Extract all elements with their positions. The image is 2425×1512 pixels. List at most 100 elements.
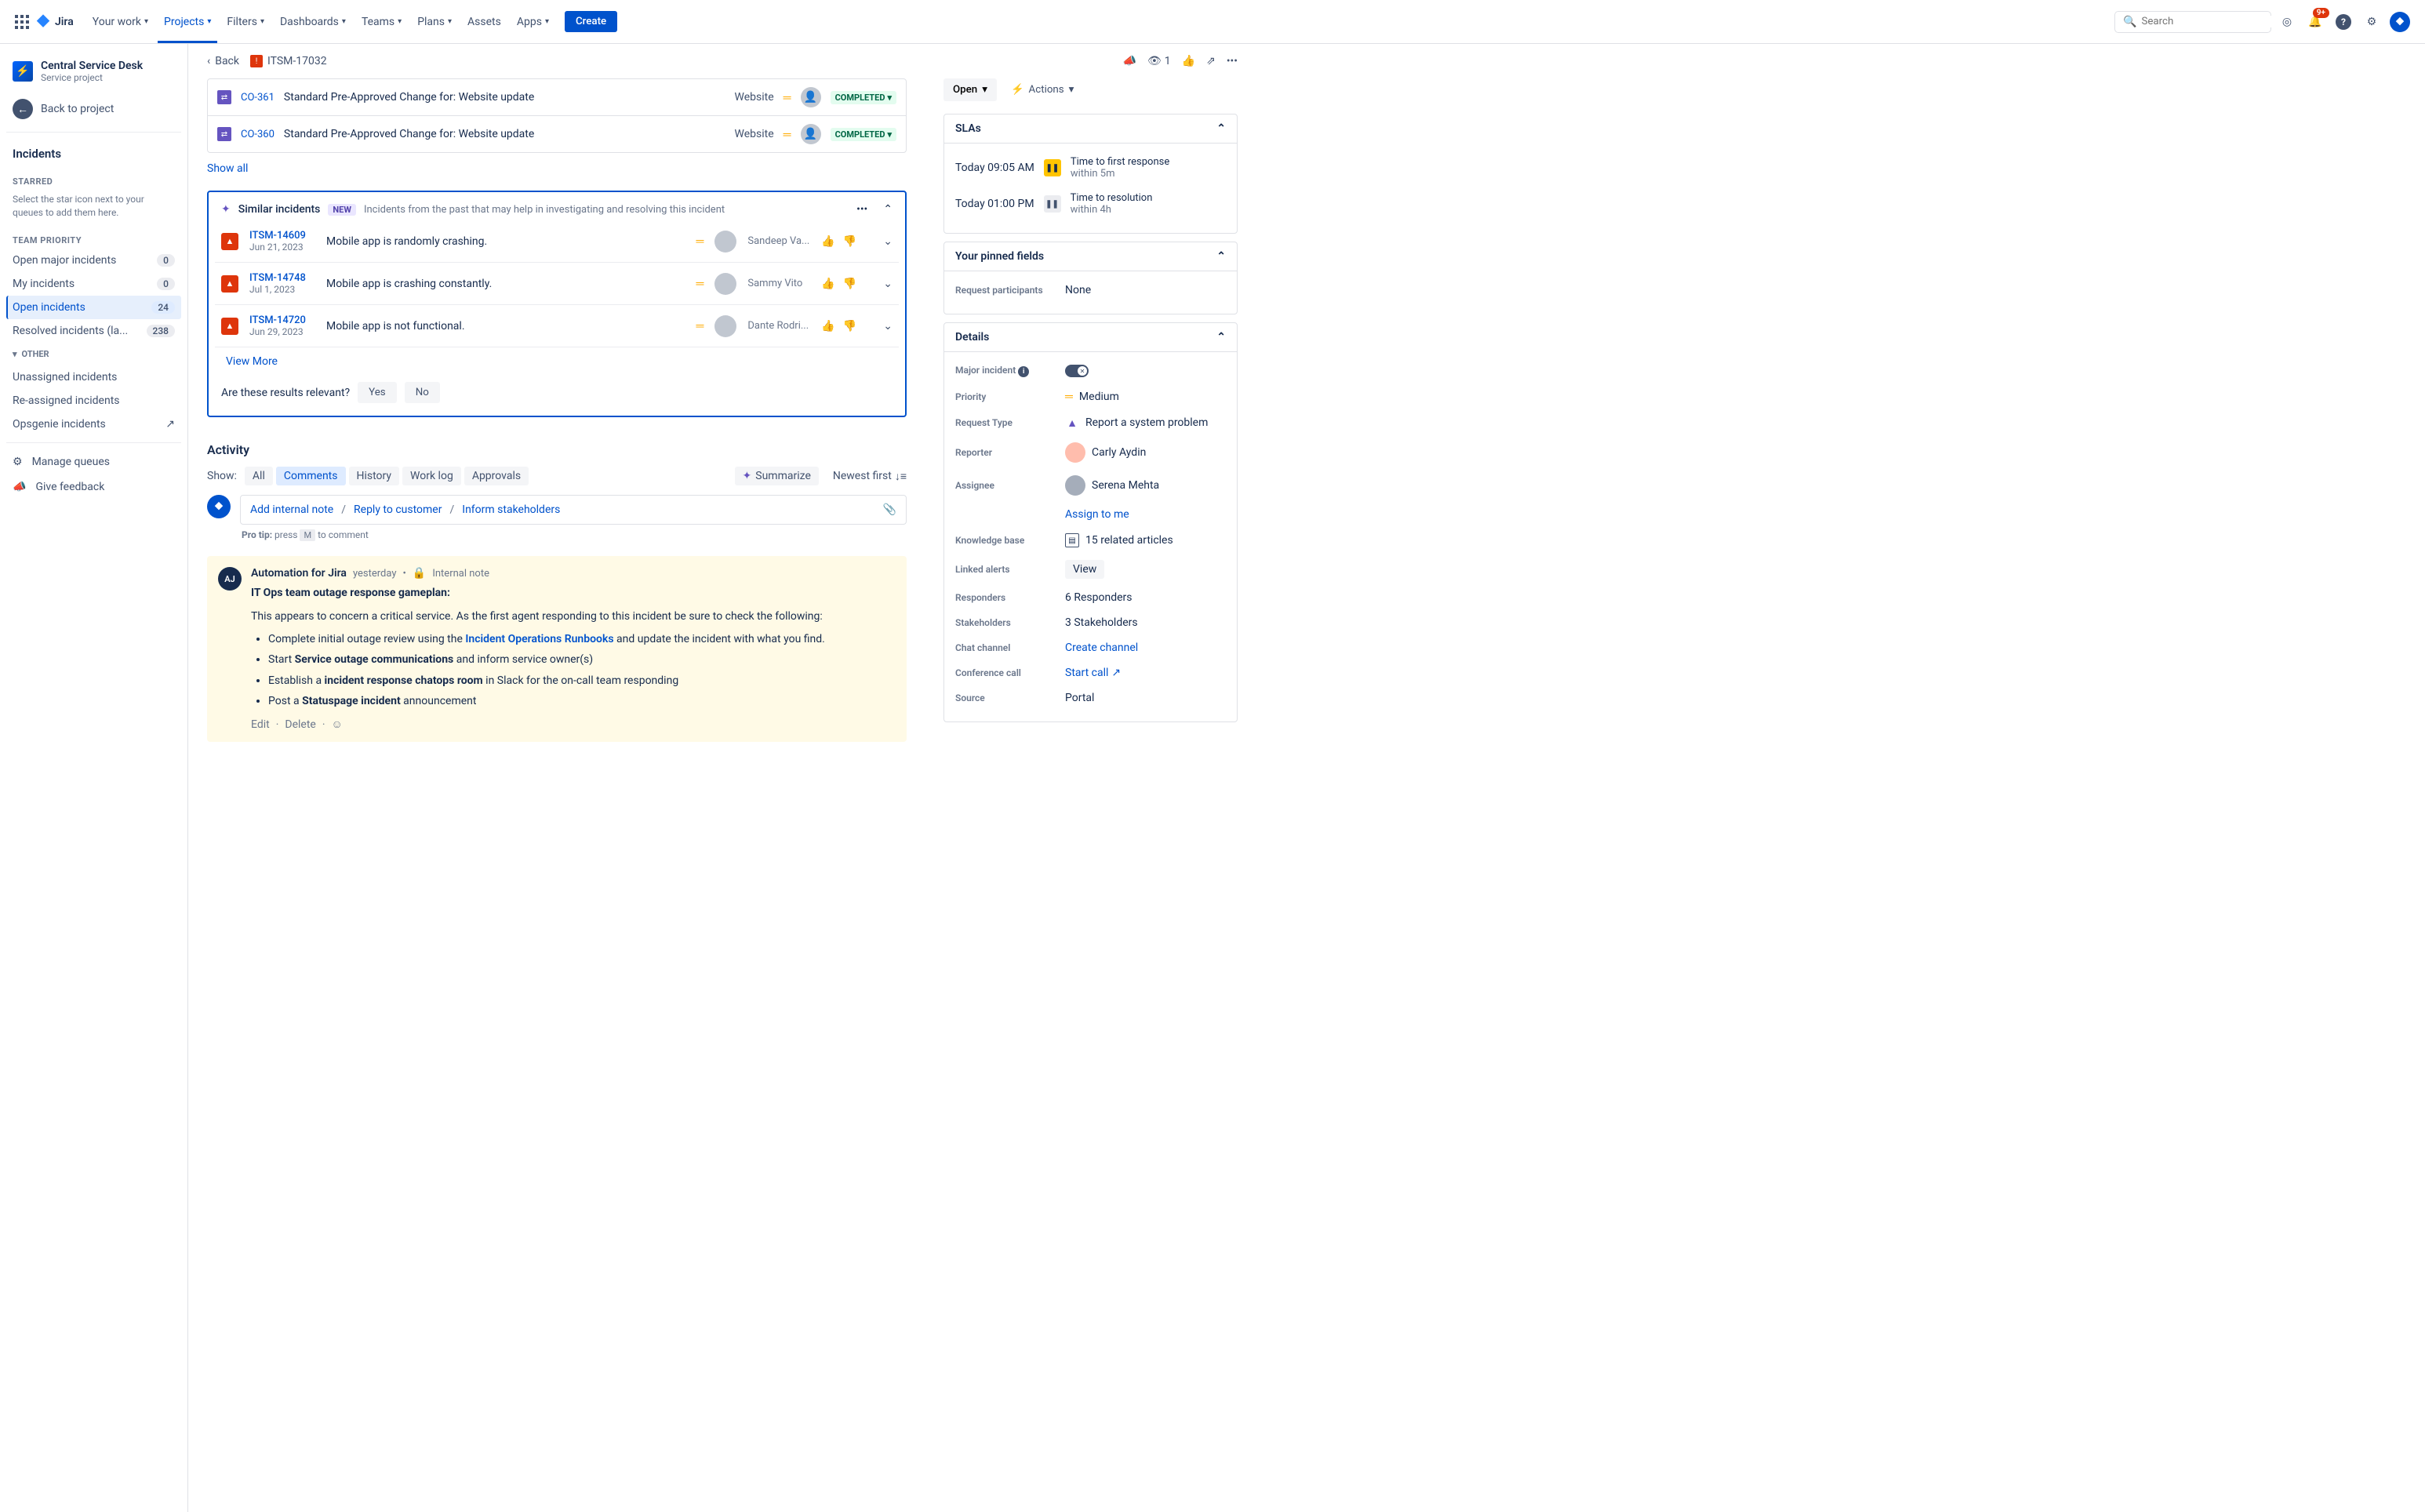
inform-stakeholders-link[interactable]: Inform stakeholders (462, 503, 560, 516)
nav-filters[interactable]: Filters▾ (220, 9, 271, 35)
tab-comments[interactable]: Comments (276, 467, 346, 485)
pinned-head[interactable]: Your pinned fields⌃ (944, 242, 1237, 271)
comment-input[interactable]: Add internal note / Reply to customer / … (240, 495, 907, 525)
emoji-icon[interactable]: ☺ (332, 718, 343, 731)
thumbs-down-icon[interactable]: 👎 (843, 235, 856, 248)
queue-opsgenie[interactable]: Opsgenie incidents↗ (6, 413, 181, 436)
delete-link[interactable]: Delete (285, 718, 315, 731)
relevance-yes-button[interactable]: Yes (358, 382, 397, 403)
nav-your-work[interactable]: Your work▾ (86, 9, 155, 35)
priority-medium-icon: ═ (696, 319, 704, 333)
similar-key[interactable]: ITSM-14720 (249, 314, 315, 326)
linked-row[interactable]: ⇄ CO-361 Standard Pre-Approved Change fo… (208, 79, 906, 116)
nav-teams[interactable]: Teams▾ (355, 9, 408, 35)
create-channel-link[interactable]: Create channel (1065, 642, 1138, 654)
nav-dashboards[interactable]: Dashboards▾ (274, 9, 352, 35)
more-icon[interactable]: ••• (1227, 55, 1238, 67)
share-icon[interactable]: ⇗ (1206, 55, 1216, 67)
app-switcher-icon[interactable] (13, 13, 31, 31)
queue-open-major[interactable]: Open major incidents0 (6, 249, 181, 272)
show-all-link[interactable]: Show all (207, 162, 248, 175)
thumbs-up-icon[interactable]: 👍 (821, 235, 834, 248)
profile-avatar[interactable] (2387, 9, 2412, 35)
more-icon[interactable]: ••• (856, 203, 867, 216)
watch-icon[interactable]: 👁 (1147, 55, 1162, 67)
major-incident-toggle[interactable] (1065, 365, 1089, 377)
thumbs-up-icon[interactable]: 👍 (821, 278, 834, 290)
settings-icon[interactable]: ⚙ (2359, 9, 2384, 35)
runbooks-link[interactable]: Incident Operations Runbooks (465, 633, 613, 645)
nav-assets[interactable]: Assets (461, 9, 507, 35)
project-name: Central Service Desk (41, 60, 143, 72)
similar-key[interactable]: ITSM-14748 (249, 272, 315, 284)
relevance-no-button[interactable]: No (405, 382, 440, 403)
notifications-icon[interactable]: 🔔9+ (2303, 9, 2328, 35)
slas-head[interactable]: SLAs⌃ (944, 114, 1237, 144)
tab-history[interactable]: History (349, 467, 400, 485)
actions-dropdown[interactable]: ⚡Actions▾ (1005, 78, 1080, 101)
edit-link[interactable]: Edit (251, 718, 270, 731)
other-toggle[interactable]: ▾OTHER (6, 343, 181, 365)
sla-label: Time to first response (1071, 156, 1169, 168)
watch-count: 1 (1165, 55, 1171, 67)
similar-row: ▲ ITSM-14720Jun 29, 2023 Mobile app is n… (215, 305, 899, 347)
summarize-button[interactable]: ✦Summarize (735, 467, 819, 485)
queue-reassigned[interactable]: Re-assigned incidents (6, 389, 181, 413)
expand-icon[interactable]: ⌄ (883, 320, 893, 333)
responders-field[interactable]: 6 Responders (1065, 591, 1226, 604)
change-type-icon: ⇄ (217, 127, 231, 141)
reply-customer-link[interactable]: Reply to customer (354, 503, 442, 516)
quickstart-icon[interactable]: ◎ (2274, 9, 2300, 35)
breadcrumb-issue[interactable]: !ITSM-17032 (250, 55, 327, 67)
collapse-icon[interactable]: ⌃ (883, 203, 893, 216)
priority-field[interactable]: ═Medium (1065, 390, 1226, 403)
back-to-project[interactable]: ← Back to project (6, 93, 181, 125)
info-icon[interactable]: i (1018, 366, 1029, 377)
queue-resolved[interactable]: Resolved incidents (la...238 (6, 319, 181, 343)
search-field[interactable] (2141, 16, 2280, 27)
linked-row[interactable]: ⇄ CO-360 Standard Pre-Approved Change fo… (208, 116, 906, 152)
tab-all[interactable]: All (245, 467, 273, 485)
search-input[interactable]: 🔍 (2114, 11, 2271, 33)
status-dropdown[interactable]: Open▾ (943, 78, 997, 101)
nav-projects[interactable]: Projects▾ (158, 1, 217, 43)
queue-open-incidents[interactable]: Open incidents24 (6, 296, 181, 319)
linked-title: Standard Pre-Approved Change for: Websit… (284, 128, 725, 140)
tab-worklog[interactable]: Work log (402, 467, 461, 485)
megaphone-icon: 📣 (13, 481, 26, 493)
nav-apps[interactable]: Apps▾ (511, 9, 555, 35)
details-head[interactable]: Details⌃ (944, 323, 1237, 352)
attach-icon[interactable]: 📎 (883, 503, 896, 516)
create-button[interactable]: Create (565, 11, 617, 32)
expand-icon[interactable]: ⌄ (883, 235, 893, 248)
reporter-field[interactable]: Carly Aydin (1065, 442, 1226, 463)
manage-queues[interactable]: ⚙Manage queues (6, 449, 181, 474)
similar-key[interactable]: ITSM-14609 (249, 230, 315, 242)
field-value[interactable]: None (1065, 284, 1226, 296)
stakeholders-field[interactable]: 3 Stakeholders (1065, 616, 1226, 629)
breadcrumb-back[interactable]: ‹Back (207, 55, 239, 67)
status-badge: COMPLETED▾ (831, 128, 896, 141)
assignee-field[interactable]: Serena Mehta (1065, 475, 1226, 496)
feedback-icon[interactable]: 📣 (1123, 55, 1136, 67)
jira-logo[interactable]: Jira (35, 13, 74, 31)
request-type-field[interactable]: ▲Report a system problem (1065, 416, 1226, 430)
like-icon[interactable]: 👍 (1182, 55, 1195, 67)
expand-icon[interactable]: ⌄ (883, 278, 893, 290)
start-call-link[interactable]: Start call↗ (1065, 667, 1121, 679)
thumbs-up-icon[interactable]: 👍 (821, 320, 834, 333)
thumbs-down-icon[interactable]: 👎 (843, 278, 856, 290)
add-internal-note-link[interactable]: Add internal note (250, 503, 333, 516)
sort-newest[interactable]: Newest first↓≡ (833, 470, 907, 483)
assign-to-me-link[interactable]: Assign to me (1065, 508, 1129, 521)
nav-plans[interactable]: Plans▾ (411, 9, 458, 35)
view-more-link[interactable]: View More (215, 347, 289, 376)
view-alerts-button[interactable]: View (1065, 560, 1104, 579)
queue-unassigned[interactable]: Unassigned incidents (6, 365, 181, 389)
tab-approvals[interactable]: Approvals (464, 467, 529, 485)
thumbs-down-icon[interactable]: 👎 (843, 320, 856, 333)
queue-my-incidents[interactable]: My incidents0 (6, 272, 181, 296)
give-feedback[interactable]: 📣Give feedback (6, 474, 181, 500)
help-icon[interactable]: ? (2331, 9, 2356, 35)
kb-field[interactable]: ▤15 related articles (1065, 533, 1226, 547)
